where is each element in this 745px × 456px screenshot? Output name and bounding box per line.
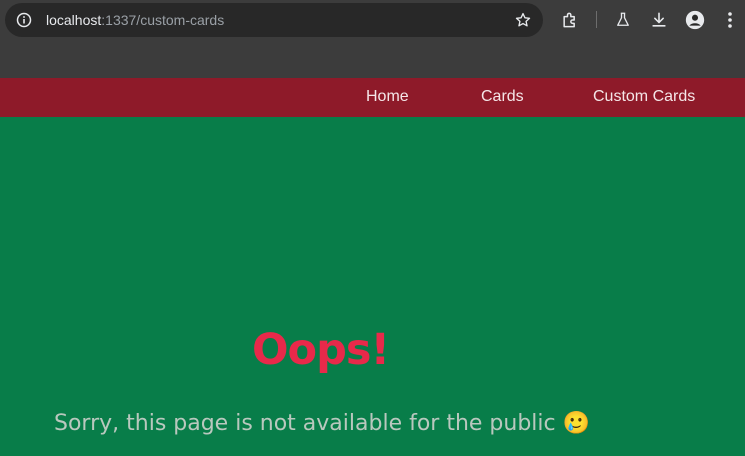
profile-icon[interactable] xyxy=(683,8,707,32)
browser-toolbar: localhost:1337/custom-cards xyxy=(0,0,745,40)
nav-link-cards[interactable]: Cards xyxy=(481,88,524,106)
address-bar[interactable]: localhost:1337/custom-cards xyxy=(5,3,543,37)
url-text[interactable]: localhost:1337/custom-cards xyxy=(46,12,224,28)
site-info-icon[interactable] xyxy=(15,11,33,29)
download-icon[interactable] xyxy=(647,8,671,32)
smiling-tear-emoji: 🥲 xyxy=(562,411,591,436)
extensions-icon[interactable] xyxy=(558,8,582,32)
url-path: :1337/custom-cards xyxy=(101,12,225,28)
nav-link-custom-cards[interactable]: Custom Cards xyxy=(593,88,695,106)
url-host: localhost xyxy=(46,12,102,28)
error-title: Oops! xyxy=(252,325,390,375)
error-message: Sorry, this page is not available for th… xyxy=(54,411,590,436)
nav-link-home[interactable]: Home xyxy=(366,88,409,106)
browser-bookmark-strip xyxy=(0,40,745,78)
kebab-menu-icon[interactable] xyxy=(718,8,742,32)
error-message-text: Sorry, this page is not available for th… xyxy=(54,411,556,436)
labs-flask-icon[interactable] xyxy=(611,8,635,32)
toolbar-separator xyxy=(596,11,597,28)
site-navbar: Home Cards Custom Cards xyxy=(0,78,745,117)
bookmark-star-icon[interactable] xyxy=(513,10,533,30)
